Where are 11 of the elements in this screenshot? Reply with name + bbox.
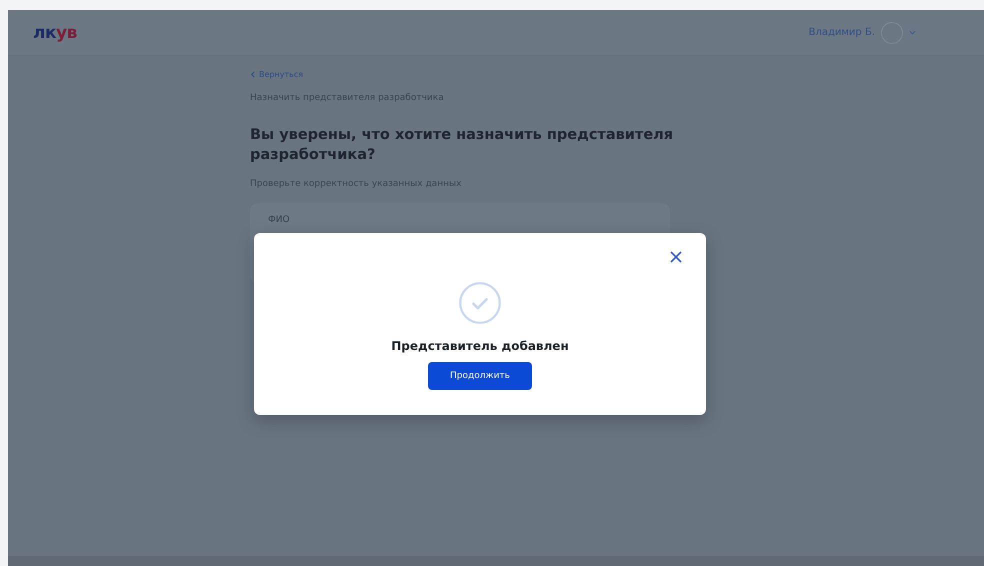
logo-text[interactable]: ув xyxy=(56,22,77,42)
continue-button[interactable]: Продолжить xyxy=(428,362,532,390)
back-link[interactable]: Вернуться xyxy=(250,70,304,79)
chevron-left-icon[interactable] xyxy=(250,71,255,78)
checkmark-circle-icon xyxy=(458,281,502,325)
caret-icon[interactable] xyxy=(909,30,916,35)
page-heading: Вы уверены, что хотите назначить представителя разработчика? xyxy=(250,126,674,165)
logo-text[interactable]: лк xyxy=(33,22,56,42)
field-label: ФИО xyxy=(268,215,291,225)
user-name[interactable]: Владимир Б. xyxy=(808,27,875,38)
success-message: Представитель добавлен xyxy=(391,339,569,353)
